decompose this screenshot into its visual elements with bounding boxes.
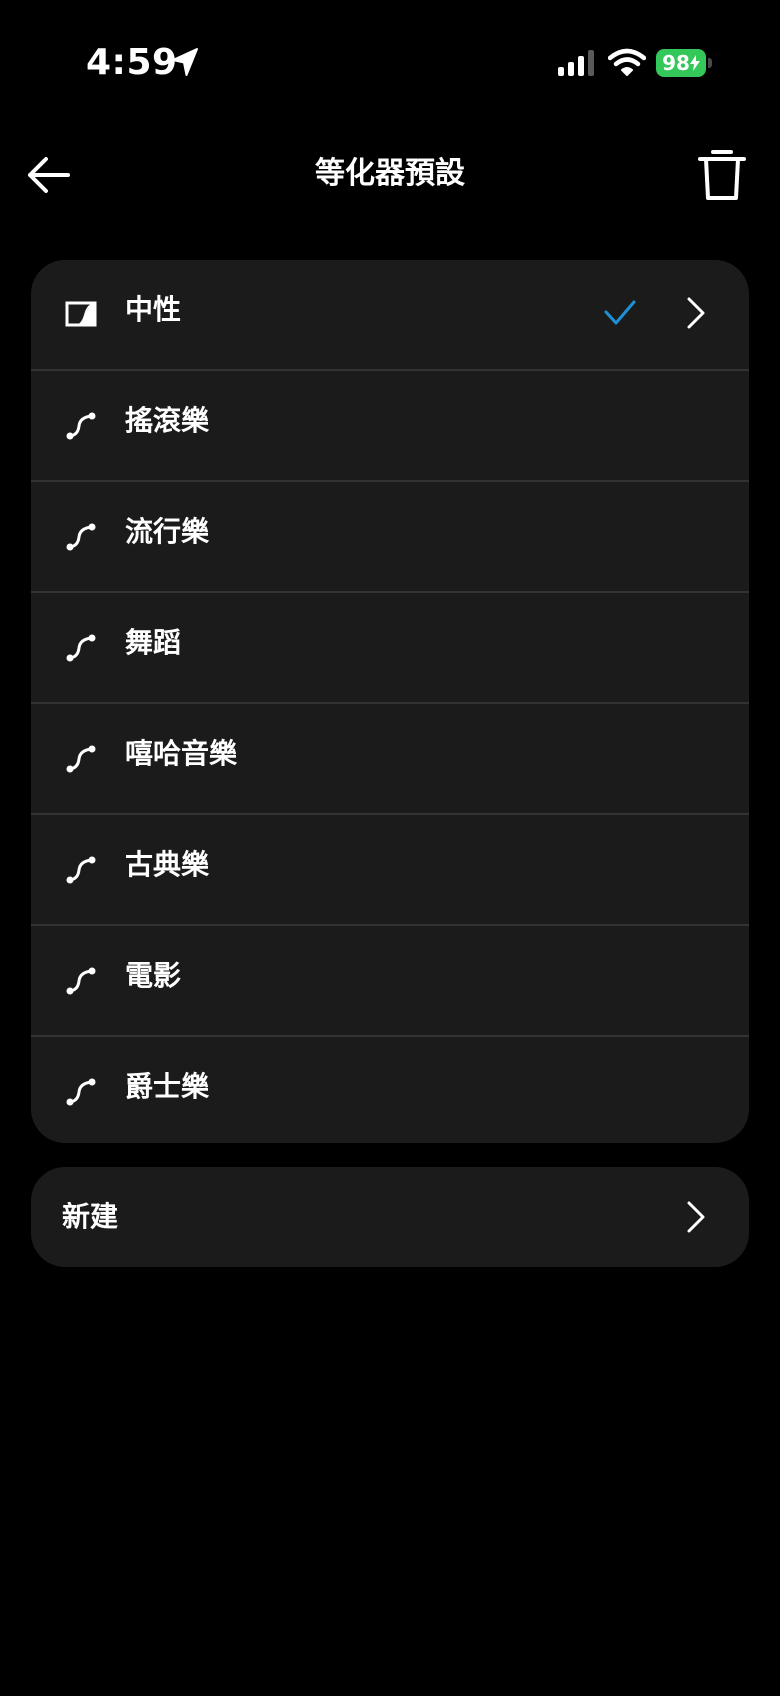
charging-bolt-icon xyxy=(689,55,700,71)
preset-row-neutral[interactable]: 中性 xyxy=(31,260,749,371)
preset-row-classical[interactable]: 古典樂 xyxy=(31,815,749,926)
preset-label: 古典樂 xyxy=(125,848,210,881)
cellular-signal-icon xyxy=(558,50,594,76)
eq-curve-icon xyxy=(66,523,96,551)
new-preset-button[interactable]: 新建 xyxy=(31,1167,749,1267)
preset-label: 搖滾樂 xyxy=(125,404,210,437)
status-bar: 4:59 98 xyxy=(0,0,780,126)
chevron-right-icon[interactable] xyxy=(685,296,707,330)
preset-label: 中性 xyxy=(125,293,182,326)
preset-row-movie[interactable]: 電影 xyxy=(31,926,749,1037)
eq-curve-icon xyxy=(66,412,96,440)
preset-row-hiphop[interactable]: 嘻哈音樂 xyxy=(31,704,749,815)
battery-percent: 98 xyxy=(662,51,690,75)
eq-curve-icon xyxy=(66,856,96,884)
eq-curve-icon xyxy=(66,967,96,995)
preset-label: 舞蹈 xyxy=(125,626,182,659)
page-title: 等化器預設 xyxy=(315,156,465,191)
preset-label: 爵士樂 xyxy=(125,1070,210,1103)
wifi-icon xyxy=(608,48,646,76)
eq-curve-icon xyxy=(66,634,96,662)
battery-charging-icon: 98 xyxy=(656,49,714,77)
preset-row-rock[interactable]: 搖滾樂 xyxy=(31,371,749,482)
eq-curve-icon xyxy=(66,1078,96,1106)
nav-bar: 等化器預設 xyxy=(0,130,780,220)
preset-row-dance[interactable]: 舞蹈 xyxy=(31,593,749,704)
checkmark-icon xyxy=(604,300,636,325)
neutral-eq-icon xyxy=(65,301,97,327)
preset-label: 嘻哈音樂 xyxy=(125,737,238,770)
preset-label: 電影 xyxy=(125,959,182,992)
new-preset-label: 新建 xyxy=(62,1200,119,1233)
status-time: 4:59 xyxy=(86,42,178,83)
preset-row-pop[interactable]: 流行樂 xyxy=(31,482,749,593)
preset-label: 流行樂 xyxy=(125,515,210,548)
chevron-right-icon xyxy=(687,1201,705,1233)
delete-button[interactable] xyxy=(696,146,748,204)
eq-curve-icon xyxy=(66,745,96,773)
preset-list: 中性 搖滾樂 流行樂 舞蹈 嘻哈音樂 古典樂 電影 爵士樂 xyxy=(31,260,749,1143)
trash-icon xyxy=(698,150,746,200)
preset-row-jazz[interactable]: 爵士樂 xyxy=(31,1037,749,1143)
location-arrow-icon xyxy=(172,48,198,76)
